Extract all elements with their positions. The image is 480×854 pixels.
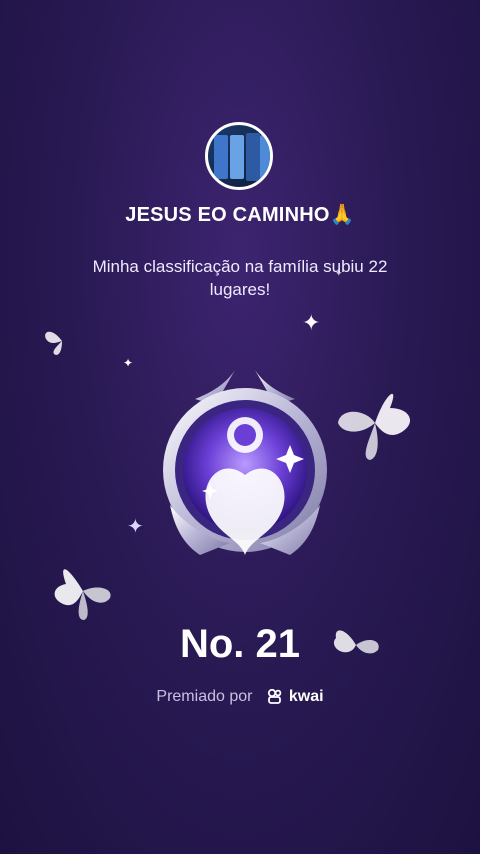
rank-message: Minha classificação na família subiu 22 … bbox=[92, 257, 388, 299]
profile-name: JESUS EO CAMINHO🙏 bbox=[125, 204, 355, 226]
butterfly-icon bbox=[45, 331, 62, 355]
avatar[interactable] bbox=[205, 122, 273, 190]
kwai-logo-icon bbox=[267, 688, 282, 704]
avatar-panel bbox=[214, 135, 228, 179]
rank-badge-icon bbox=[163, 370, 327, 555]
award-brand: kwai bbox=[288, 688, 324, 705]
rank-number: No. 21 bbox=[179, 622, 301, 666]
butterfly-icon bbox=[54, 569, 111, 620]
sparkle-icon: ✦ bbox=[123, 356, 134, 370]
sparkle-icon: ✦ bbox=[335, 268, 343, 278]
avatar-panel bbox=[246, 133, 260, 181]
award-prefix: Premiado por bbox=[156, 688, 253, 705]
award-line: Premiado por kwai bbox=[0, 688, 480, 706]
avatar-panel bbox=[230, 135, 244, 179]
avatar-panel bbox=[260, 135, 270, 179]
sparkle-icon: ✦ bbox=[302, 310, 321, 335]
